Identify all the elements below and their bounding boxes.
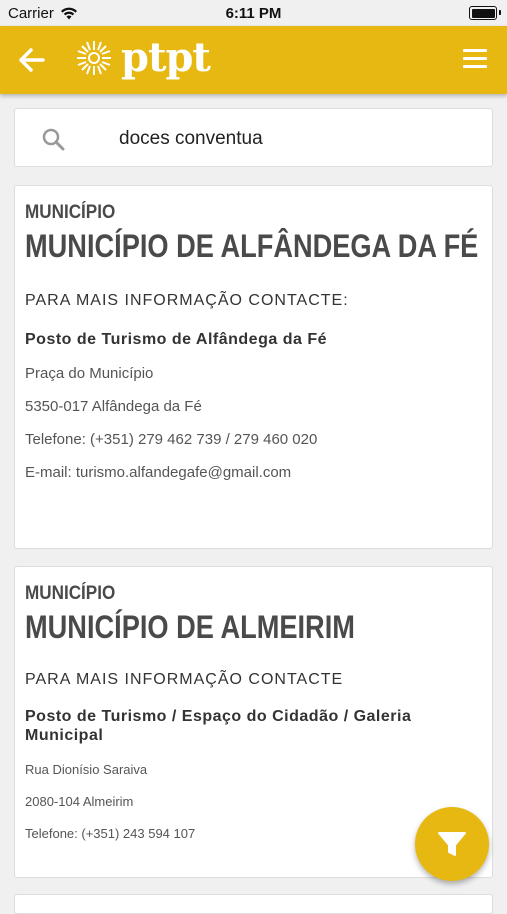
app-header: ptpt bbox=[0, 26, 507, 94]
contact-heading: PARA MAIS INFORMAÇÃO CONTACTE: bbox=[25, 292, 349, 309]
search-icon[interactable] bbox=[41, 127, 65, 151]
clock: 6:11 PM bbox=[225, 5, 282, 22]
battery-icon bbox=[469, 6, 501, 20]
card-title: MUNICÍPIO DE ALFÂNDEGA DA FÉ bbox=[25, 228, 479, 264]
filter-icon bbox=[438, 832, 466, 856]
address-line: Praça do Município bbox=[25, 365, 154, 382]
postal-line: 2080-104 Almeirim bbox=[25, 794, 134, 809]
contact-heading: PARA MAIS INFORMAÇÃO CONTACTE bbox=[25, 671, 344, 688]
card-category: MUNICÍPIO bbox=[25, 202, 116, 223]
office-name: Posto de Turismo / Espaço do Cidadão / G… bbox=[25, 708, 412, 744]
status-bar: Carrier 6:11 PM bbox=[0, 0, 507, 26]
arrow-left-icon[interactable] bbox=[18, 46, 46, 74]
phone-line[interactable]: Telefone: (+351) 279 462 739 / 279 460 0… bbox=[25, 431, 482, 448]
email-line[interactable]: E-mail: turismo.alfandegafe@gmail.com bbox=[25, 464, 482, 481]
address-line: Rua Dionísio Saraiva bbox=[25, 762, 148, 777]
office-name: Posto de Turismo de Alfândega da Fé bbox=[25, 331, 327, 348]
sun-logo-icon bbox=[77, 41, 111, 75]
result-card[interactable]: MUNICÍPIO MUNICÍPIO DE ALFÂNDEGA DA FÉ P… bbox=[14, 185, 493, 549]
postal-line: 5350-017 Alfândega da Fé bbox=[25, 398, 202, 415]
card-title: MUNICÍPIO DE ALMEIRIM bbox=[25, 609, 355, 645]
search-bar bbox=[14, 108, 493, 167]
filter-button[interactable] bbox=[415, 807, 489, 881]
phone-line[interactable]: Telefone: (+351) 243 594 107 bbox=[25, 826, 482, 841]
result-card[interactable] bbox=[14, 894, 493, 914]
app-logo: ptpt bbox=[75, 34, 211, 81]
hamburger-menu-icon[interactable] bbox=[463, 49, 487, 69]
card-category: MUNICÍPIO bbox=[25, 583, 116, 604]
search-input[interactable] bbox=[117, 123, 481, 155]
logo-text: ptpt bbox=[121, 34, 211, 81]
